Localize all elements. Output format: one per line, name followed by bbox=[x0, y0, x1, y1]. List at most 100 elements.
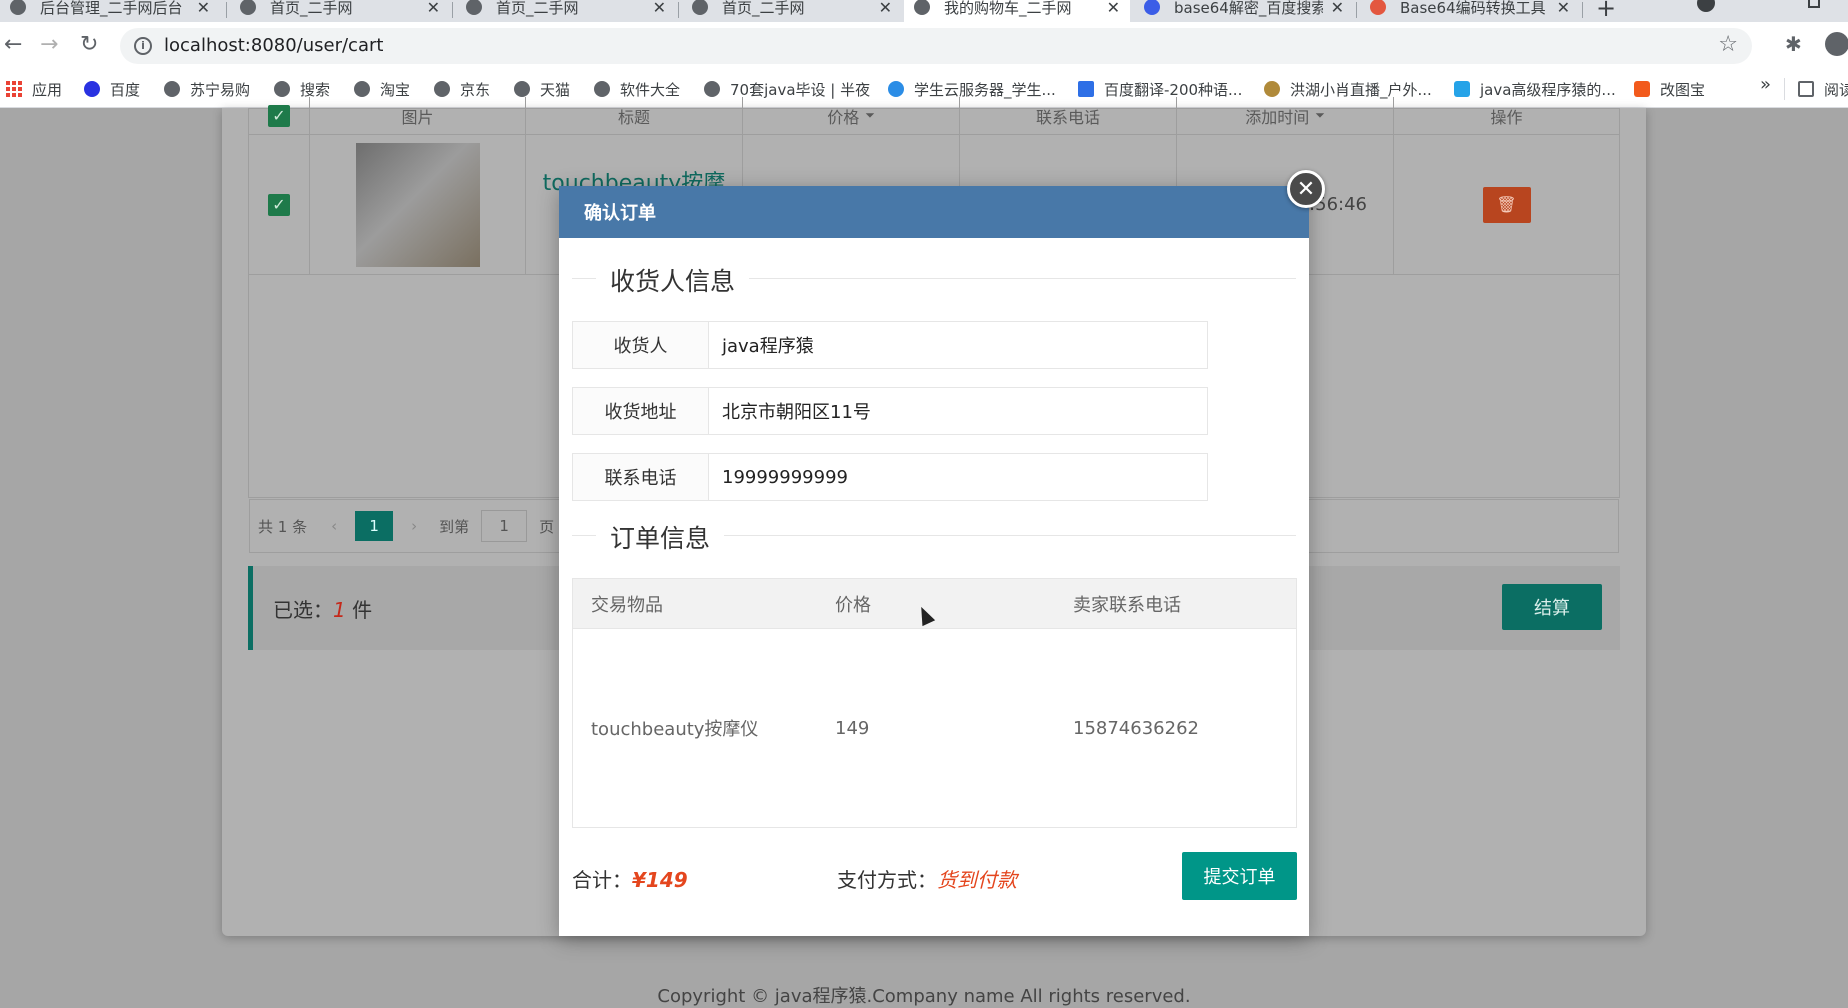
pager-page-label: 页 bbox=[539, 517, 555, 536]
close-icon[interactable]: ✕ bbox=[197, 0, 210, 17]
tab-separator bbox=[1582, 2, 1583, 18]
bookmark-gaitubao[interactable]: 改图宝 bbox=[1634, 76, 1705, 102]
receiver-section-title: 收货人信息 bbox=[596, 262, 750, 298]
pager-current[interactable]: 1 bbox=[355, 511, 394, 541]
sort-icon[interactable]: ⏷ bbox=[865, 108, 875, 123]
cloud-icon bbox=[888, 81, 904, 97]
bilibili-icon bbox=[1454, 81, 1470, 97]
tab-baidu-search[interactable]: base64解密_百度搜索 ✕ bbox=[1134, 0, 1354, 22]
order-section-title: 订单信息 bbox=[596, 519, 725, 555]
dialog-title: 确认订单 bbox=[559, 186, 1309, 238]
globe-icon bbox=[692, 0, 708, 15]
pager-prev-icon[interactable]: ‹ bbox=[331, 517, 337, 535]
receiver-phone-input[interactable]: 19999999999 bbox=[709, 453, 1208, 501]
total-label: 合计： bbox=[572, 868, 632, 892]
bookmark-baidu[interactable]: 百度 bbox=[84, 76, 140, 102]
delete-button[interactable]: 🗑 bbox=[1482, 186, 1531, 223]
row-checkbox[interactable]: ✓ bbox=[268, 193, 290, 216]
baidu-icon bbox=[1144, 0, 1160, 15]
receiver-name-label: 收货人 bbox=[572, 321, 709, 369]
selected-count: 1 bbox=[333, 598, 346, 622]
globe-icon bbox=[914, 0, 930, 15]
globe-icon bbox=[704, 81, 720, 97]
info-icon[interactable]: i bbox=[134, 37, 152, 55]
payment-value: 货到付款 bbox=[937, 868, 1017, 892]
receiver-phone-label: 联系电话 bbox=[572, 453, 709, 501]
order-item-name: touchbeauty按摩仪 bbox=[591, 719, 759, 740]
selected-label: 已选： bbox=[273, 598, 333, 622]
row-checkbox-cell: ✓ bbox=[249, 135, 310, 274]
confirm-order-dialog: 确认订单 ✕ 收货人信息 收货人 java程序猿 收货地址 北京市朝阳区11号 … bbox=[559, 170, 1325, 936]
tab-home-3[interactable]: 首页_二手网 ✕ bbox=[682, 0, 902, 22]
receiver-address-label: 收货地址 bbox=[572, 387, 709, 435]
restore-window-icon[interactable] bbox=[1808, 0, 1820, 8]
trash-icon: 🗑 bbox=[1496, 195, 1517, 214]
select-all-checkbox[interactable]: ✓ bbox=[268, 104, 290, 127]
row-actions-cell: 🗑 bbox=[1394, 135, 1619, 274]
receiver-name-row: 收货人 java程序猿 bbox=[572, 321, 1208, 369]
header-added-time[interactable]: 添加时间 ⏷ bbox=[1177, 97, 1394, 134]
order-seller-phone: 15874636262 bbox=[1073, 717, 1199, 739]
apps-grid-icon bbox=[6, 81, 22, 97]
bookmark-star-icon[interactable]: ☆ bbox=[1718, 32, 1738, 57]
profile-avatar-icon[interactable] bbox=[1825, 32, 1848, 56]
close-icon[interactable]: ✕ bbox=[1287, 170, 1325, 208]
close-icon[interactable]: ✕ bbox=[1107, 0, 1120, 17]
sort-icon[interactable]: ⏷ bbox=[1315, 108, 1325, 123]
back-arrow-icon[interactable]: ← bbox=[4, 32, 22, 57]
globe-icon bbox=[466, 0, 482, 15]
tab-cart[interactable]: 我的购物车_二手网 ✕ bbox=[904, 0, 1130, 22]
baidu-paw-icon bbox=[84, 81, 100, 97]
order-total: 合计：¥149 bbox=[572, 864, 688, 893]
extensions-icon[interactable]: ✱ bbox=[1785, 32, 1802, 56]
selected-unit: 件 bbox=[345, 598, 373, 622]
close-icon[interactable]: ✕ bbox=[427, 0, 440, 17]
tab-base64-tool[interactable]: Base64编码转换工具 ✕ bbox=[1360, 0, 1580, 22]
receiver-name-input[interactable]: java程序猿 bbox=[709, 321, 1208, 369]
receiver-address-input[interactable]: 北京市朝阳区11号 bbox=[709, 387, 1208, 435]
tab-home-2[interactable]: 首页_二手网 ✕ bbox=[456, 0, 676, 22]
close-icon[interactable]: ✕ bbox=[653, 0, 666, 17]
forward-arrow-icon[interactable]: → bbox=[40, 32, 58, 57]
globe-icon bbox=[164, 81, 180, 97]
browser-toolbar: ← → ↻ i localhost:8080/user/cart ☆ bbox=[0, 22, 1848, 70]
globe-icon bbox=[434, 81, 450, 97]
checkout-button[interactable]: 结算 bbox=[1502, 584, 1602, 630]
bookmark-reading-list[interactable]: 阅读 bbox=[1798, 76, 1848, 102]
tab-search-icon[interactable] bbox=[1697, 0, 1715, 12]
close-icon[interactable]: ✕ bbox=[1557, 0, 1570, 17]
close-icon[interactable]: ✕ bbox=[879, 0, 892, 17]
tab-separator bbox=[678, 2, 679, 18]
bookmark-apps[interactable]: 应用 bbox=[6, 76, 62, 102]
pager-next-icon[interactable]: › bbox=[411, 517, 417, 535]
new-tab-button[interactable]: + bbox=[1596, 0, 1616, 22]
tool-icon bbox=[1370, 0, 1386, 15]
receiver-address-row: 收货地址 北京市朝阳区11号 bbox=[572, 387, 1208, 435]
globe-icon bbox=[514, 81, 530, 97]
cart-table-header: ✓ 图片 标题 价格 ⏷ 联系电话 添加时间 ⏷ 操作 bbox=[249, 97, 1619, 135]
header-actions: 操作 bbox=[1490, 107, 1523, 127]
order-header-price: 价格 bbox=[835, 594, 871, 616]
tab-home-1[interactable]: 首页_二手网 ✕ bbox=[230, 0, 450, 22]
submit-order-button[interactable]: 提交订单 bbox=[1182, 852, 1297, 900]
globe-icon bbox=[594, 81, 610, 97]
close-icon[interactable]: ✕ bbox=[1331, 0, 1344, 17]
bookmarks-separator bbox=[1784, 78, 1785, 100]
pager-goto-label: 到第 bbox=[439, 517, 470, 536]
globe-icon bbox=[10, 0, 26, 15]
reload-icon[interactable]: ↻ bbox=[80, 32, 98, 57]
bookmark-suning[interactable]: 苏宁易购 bbox=[164, 76, 250, 102]
bookmarks-overflow-button[interactable]: » bbox=[1760, 74, 1771, 95]
pager-goto-input[interactable]: 1 bbox=[481, 510, 528, 542]
url-text[interactable]: localhost:8080/user/cart bbox=[164, 35, 383, 56]
tab-admin[interactable]: 后台管理_二手网后台 ✕ bbox=[0, 0, 220, 22]
product-image[interactable] bbox=[355, 142, 480, 267]
header-price[interactable]: 价格 ⏷ bbox=[743, 97, 960, 134]
reading-list-icon bbox=[1798, 81, 1814, 97]
header-image: 图片 bbox=[310, 97, 526, 134]
tab-separator bbox=[1356, 2, 1357, 18]
image-tool-icon bbox=[1634, 81, 1650, 97]
address-bar[interactable]: i localhost:8080/user/cart ☆ bbox=[120, 28, 1752, 64]
header-title: 标题 bbox=[526, 97, 743, 134]
tab-separator bbox=[226, 2, 227, 18]
